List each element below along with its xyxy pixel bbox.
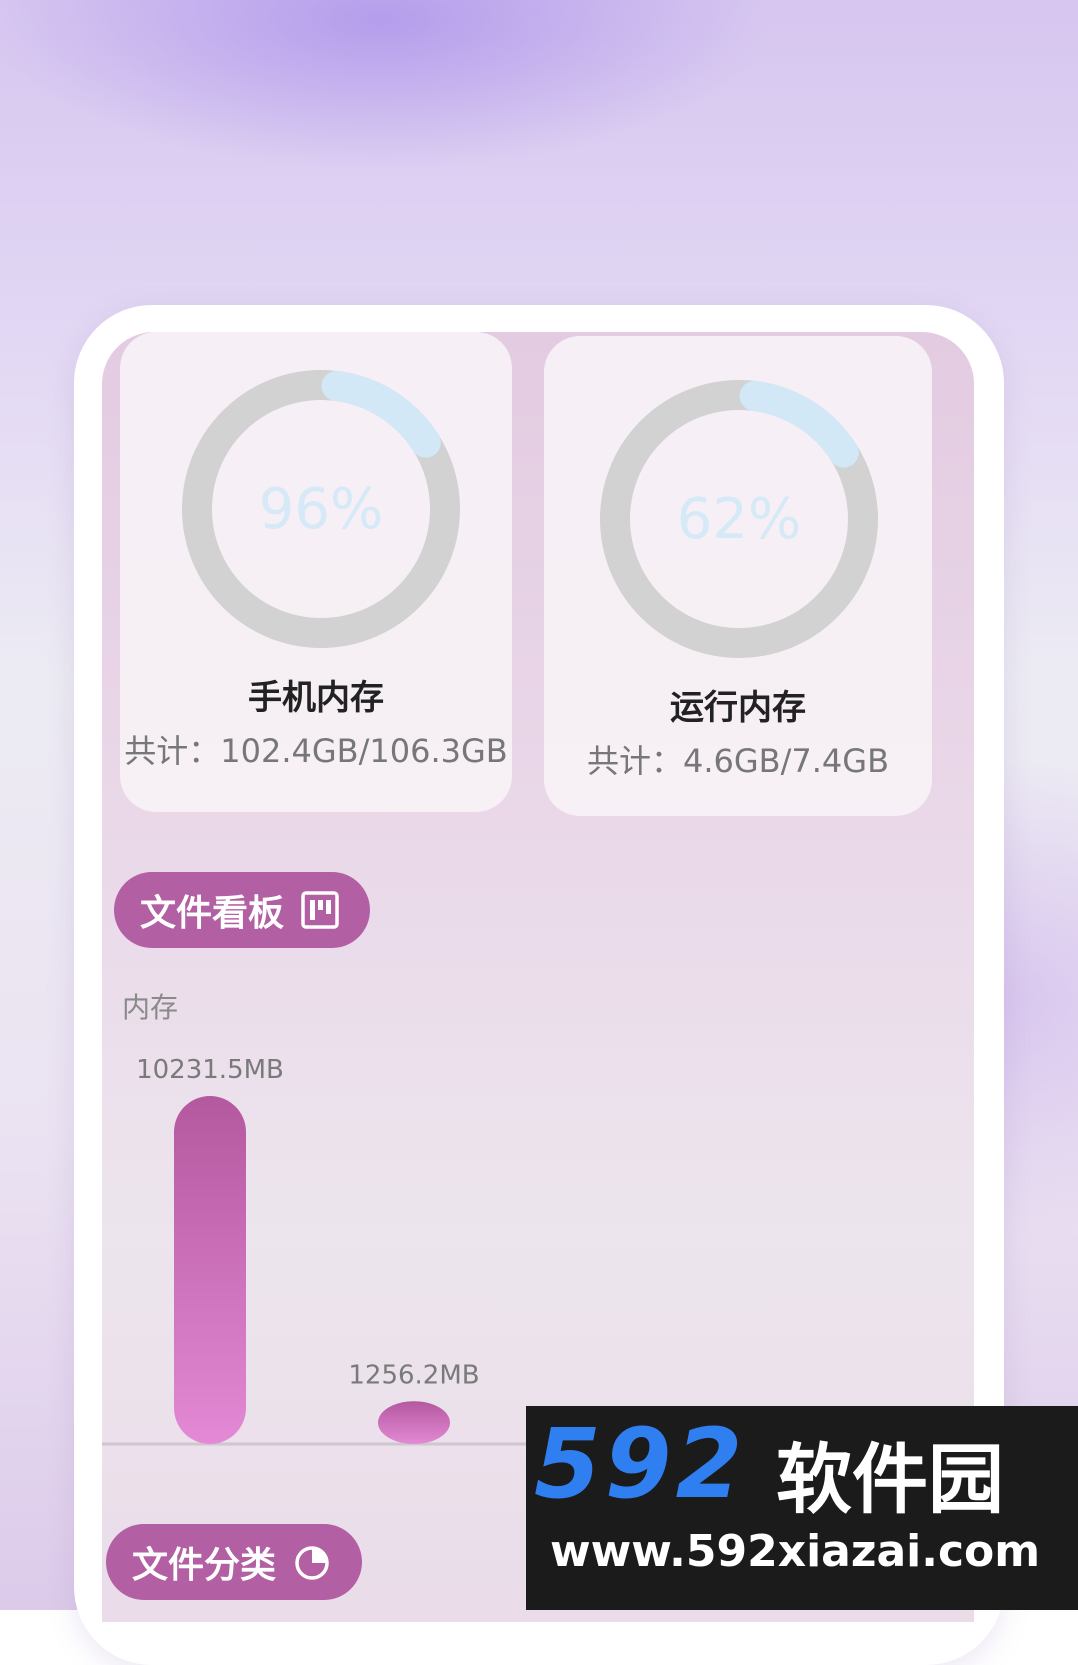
file-category-label: 文件分类 bbox=[132, 1545, 277, 1586]
pie-chart-icon bbox=[292, 1542, 332, 1582]
phone-storage-title: 手机内存 bbox=[248, 678, 384, 718]
phone-storage-ring: 96% bbox=[176, 364, 466, 654]
chart-value-label: 1256.2MB bbox=[348, 1360, 479, 1390]
board-icon bbox=[300, 890, 340, 930]
ram-ring: 62% bbox=[594, 374, 884, 664]
file-category-button[interactable]: 文件分类 bbox=[106, 1524, 362, 1600]
watermark-logo: 592 软件园 www.592xiazai.com bbox=[526, 1406, 1078, 1610]
ram-percent: 62% bbox=[676, 486, 802, 552]
ram-card[interactable]: 62% 运行内存 共计：4.6GB/7.4GB bbox=[544, 336, 932, 816]
chart-value-label: 10231.5MB bbox=[136, 1055, 284, 1085]
phone-storage-percent: 96% bbox=[258, 476, 384, 542]
watermark-name: 软件园 bbox=[776, 1435, 1004, 1524]
ram-total: 共计：4.6GB/7.4GB bbox=[586, 742, 890, 780]
file-board-button[interactable]: 文件看板 bbox=[114, 872, 370, 948]
chart-bar bbox=[174, 1096, 246, 1444]
phone-storage-card[interactable]: 96% 手机内存 共计：102.4GB/106.3GB bbox=[120, 332, 512, 812]
watermark-number: 592 bbox=[534, 1408, 747, 1520]
watermark-url: www.592xiazai.com bbox=[550, 1526, 1041, 1577]
memory-axis-label: 内存 bbox=[122, 991, 179, 1024]
ram-title: 运行内存 bbox=[670, 688, 806, 728]
chart-bar bbox=[378, 1401, 450, 1444]
phone-storage-total: 共计：102.4GB/106.3GB bbox=[124, 732, 508, 770]
file-board-label: 文件看板 bbox=[140, 893, 285, 934]
